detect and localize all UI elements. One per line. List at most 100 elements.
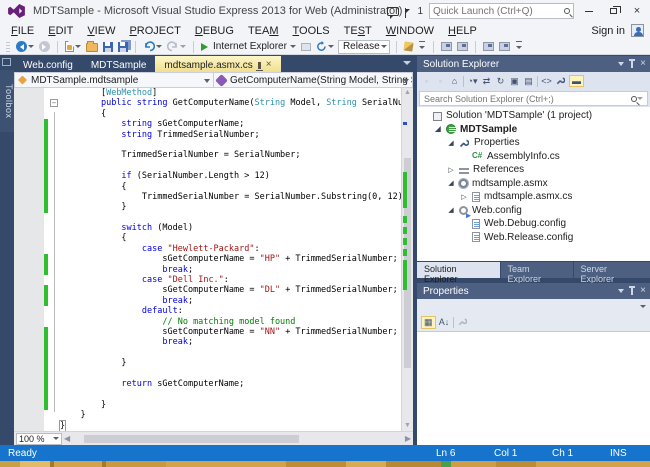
- code-line[interactable]: string sGetComputerName;: [14, 119, 401, 129]
- code-line[interactable]: break;: [14, 337, 401, 347]
- tree-item-mdtsample-asmx[interactable]: ◢mdtsample.asmx: [417, 177, 650, 191]
- pin-icon[interactable]: [258, 62, 261, 69]
- home-icon[interactable]: ⌂: [449, 76, 460, 86]
- notifications-flag-icon[interactable]: 1: [405, 6, 423, 17]
- document-tab-mdtsample.asmx.cs[interactable]: mdtsample.asmx.cs×: [155, 56, 280, 72]
- properties-object-combo[interactable]: [417, 299, 650, 313]
- menu-item-team[interactable]: TEAM: [241, 24, 286, 38]
- code-line[interactable]: {: [14, 109, 401, 119]
- forward-icon[interactable]: ◦: [435, 76, 446, 86]
- tree-item-web-config[interactable]: ◢Web.config: [417, 204, 650, 218]
- close-icon[interactable]: ×: [640, 60, 646, 68]
- attach-to-process-button[interactable]: [300, 40, 312, 54]
- code-line[interactable]: [14, 161, 401, 171]
- sign-in-link[interactable]: Sign in: [591, 25, 625, 37]
- code-line[interactable]: }: [14, 358, 401, 368]
- code-line[interactable]: if (SerialNumber.Length > 12): [14, 171, 401, 181]
- dock-tab-solution-explorer[interactable]: Solution Explorer: [417, 262, 500, 278]
- code-line[interactable]: // No matching model found: [14, 317, 401, 327]
- open-file-button[interactable]: [85, 40, 99, 54]
- properties-pages-icon[interactable]: ▤: [523, 76, 534, 87]
- new-file-button[interactable]: [64, 40, 82, 54]
- code-line[interactable]: [14, 369, 401, 379]
- collapse-all-icon[interactable]: ▣: [509, 76, 520, 87]
- solution-search-input[interactable]: [424, 94, 631, 104]
- tree-item-mdtsample[interactable]: ◢MDTSample: [417, 123, 650, 137]
- scroll-up-icon[interactable]: ▲: [402, 88, 413, 98]
- document-tab-mdtsample[interactable]: MDTSample: [82, 56, 156, 72]
- toolbox-tab[interactable]: Toolbox: [0, 70, 14, 132]
- code-line[interactable]: return sGetComputerName;: [14, 379, 401, 389]
- quick-launch-input[interactable]: [433, 6, 564, 17]
- toolbar-overflow-button-2[interactable]: [514, 41, 524, 52]
- iis-settings-button[interactable]: [440, 40, 453, 54]
- code-line[interactable]: sGetComputerName = "NN" + TrimmedSerialN…: [14, 327, 401, 337]
- document-tab-web.config[interactable]: Web.config: [14, 56, 82, 72]
- property-pages-wrench-icon[interactable]: [457, 317, 468, 328]
- code-line[interactable]: case "Hewlett-Packard":: [14, 244, 401, 254]
- tree-item-mdtsample-asmx-cs[interactable]: ▷mdtsample.asmx.cs: [417, 190, 650, 204]
- code-line[interactable]: sGetComputerName = "HP" + TrimmedSerialN…: [14, 254, 401, 264]
- window-position-icon[interactable]: [618, 62, 624, 69]
- tree-item-solution-mdtsample-1-project-[interactable]: Solution 'MDTSample' (1 project): [417, 109, 650, 123]
- preview-selected-items-toggle[interactable]: ▬: [569, 75, 584, 87]
- code-editor[interactable]: [WebMethod]− public string GetComputerNa…: [14, 88, 413, 431]
- code-line[interactable]: }: [14, 421, 401, 431]
- code-line[interactable]: }: [14, 400, 401, 410]
- expander-icon[interactable]: ◢: [447, 139, 455, 147]
- code-line[interactable]: [WebMethod]: [14, 88, 401, 98]
- sign-in-avatar-icon[interactable]: [631, 24, 644, 37]
- refresh-button[interactable]: [315, 40, 335, 54]
- dock-tab-team-explorer[interactable]: Team Explorer: [501, 262, 573, 278]
- toolbar-grip[interactable]: [6, 42, 10, 52]
- close-button[interactable]: ×: [628, 3, 646, 19]
- menu-item-project[interactable]: PROJECT: [122, 24, 187, 38]
- scroll-down-icon[interactable]: ▼: [402, 421, 413, 431]
- start-debug-button[interactable]: Internet Explorer: [200, 40, 297, 54]
- categorized-view-button[interactable]: ▦: [421, 316, 436, 329]
- code-line[interactable]: TrimmedSerialNumber = SerialNumber;: [14, 150, 401, 160]
- undo-button[interactable]: [142, 40, 163, 54]
- toolbar-overflow-button[interactable]: [417, 41, 427, 52]
- code-line[interactable]: case "Dell Inc.":: [14, 275, 401, 285]
- scroll-right-icon[interactable]: ▶: [405, 434, 411, 443]
- menu-item-debug[interactable]: DEBUG: [188, 24, 241, 38]
- code-line[interactable]: default:: [14, 306, 401, 316]
- close-icon[interactable]: ×: [640, 287, 646, 295]
- editor-zoom-combo[interactable]: 100 %: [16, 433, 62, 445]
- expander-icon[interactable]: ◢: [434, 125, 442, 133]
- code-line[interactable]: {: [14, 233, 401, 243]
- type-dropdown[interactable]: MDTSample.mdtsample: [15, 73, 213, 87]
- tree-item-properties[interactable]: ◢Properties: [417, 136, 650, 150]
- code-line[interactable]: switch (Model): [14, 223, 401, 233]
- extension-button-2[interactable]: [498, 40, 511, 54]
- find-in-files-button[interactable]: [403, 40, 414, 54]
- expander-icon[interactable]: ▷: [460, 193, 468, 201]
- scroll-left-icon[interactable]: ◀: [64, 434, 70, 443]
- save-all-button[interactable]: [117, 40, 129, 54]
- scrollbar-thumb[interactable]: [84, 435, 299, 443]
- code-line[interactable]: TrimmedSerialNumber = SerialNumber.Subst…: [14, 192, 401, 202]
- expander-icon[interactable]: ▷: [447, 166, 455, 174]
- pin-icon[interactable]: [631, 61, 633, 68]
- horizontal-scrollbar[interactable]: [72, 434, 403, 444]
- view-code-icon[interactable]: <>: [541, 76, 552, 86]
- code-line[interactable]: break;: [14, 296, 401, 306]
- search-box[interactable]: [419, 91, 648, 106]
- code-line[interactable]: [14, 389, 401, 399]
- alphabetical-sort-button[interactable]: A↓: [439, 317, 450, 327]
- code-line[interactable]: }: [14, 202, 401, 212]
- minimize-button[interactable]: [580, 3, 598, 19]
- navigate-forward-button[interactable]: [38, 40, 51, 54]
- tab-well-overflow-icon[interactable]: [403, 61, 411, 69]
- solution-explorer-title-bar[interactable]: Solution Explorer ×: [417, 56, 650, 72]
- extension-button-1[interactable]: [482, 40, 495, 54]
- nuget-button[interactable]: [456, 40, 469, 54]
- code-line[interactable]: [14, 140, 401, 150]
- menu-item-file[interactable]: FILE: [4, 24, 41, 38]
- code-line[interactable]: string TrimmedSerialNumber;: [14, 130, 401, 140]
- tree-item-web-release-config[interactable]: Web.Release.config: [417, 231, 650, 245]
- redo-button[interactable]: [166, 40, 187, 54]
- code-line[interactable]: {: [14, 182, 401, 192]
- fold-collapse-icon[interactable]: −: [50, 99, 58, 107]
